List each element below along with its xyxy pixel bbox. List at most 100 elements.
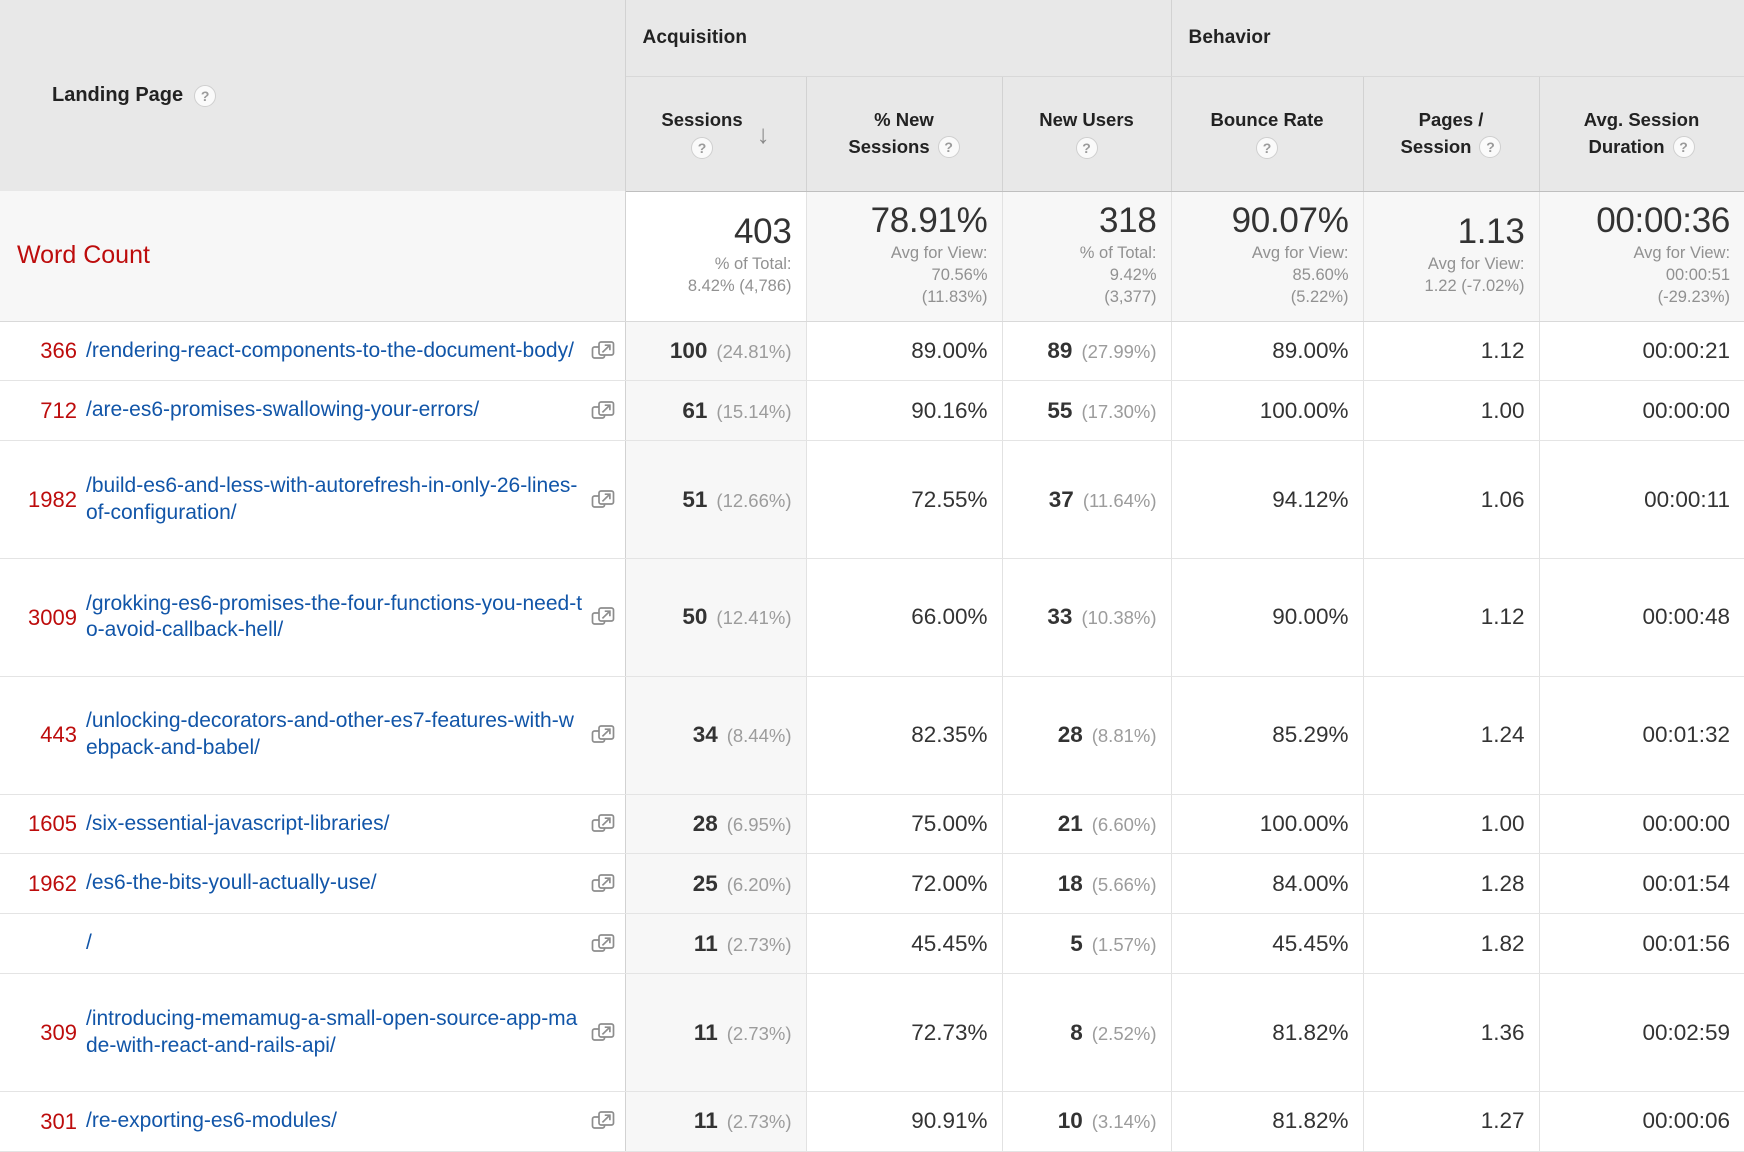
summary-subtext-line: 8.42% (4,786) [687, 276, 792, 295]
sessions-percent: (8.44%) [726, 725, 792, 747]
landing-page-link[interactable]: /es6-the-bits-youll-actually-use/ [86, 870, 591, 897]
cell-new-users: 55 (17.30%) [1002, 380, 1172, 442]
pages-per-session-value: 1.00 [1480, 810, 1525, 836]
open-in-new-window-icon[interactable] [591, 932, 615, 956]
column-header-sessions[interactable]: Sessions ? ↓ [625, 75, 807, 192]
cell-pages-per-session: 1.28 [1363, 853, 1540, 915]
landing-page-inner: / [14, 930, 615, 957]
open-in-new-window-icon[interactable] [591, 723, 615, 747]
new-users-value: 89 [1047, 337, 1073, 363]
table-row: 1982 /build-es6-and-less-with-autorefres… [0, 440, 1744, 560]
sessions-value: 100 [669, 337, 708, 363]
summary-cell-pages-per-session: 1.13 Avg for View: 1.22 (-7.02%) [1363, 191, 1540, 322]
summary-subtext-line: 1.22 (-7.02%) [1424, 276, 1525, 295]
sessions-percent: (12.41%) [716, 607, 792, 629]
new-users-percent: (1.57%) [1091, 933, 1157, 955]
word-count-value: 712 [40, 398, 77, 424]
cell-pct-new-sessions: 90.16% [806, 380, 1003, 442]
cell-avg-session-duration: 00:02:59 [1539, 973, 1744, 1092]
column-header-new-users[interactable]: New Users ? [1002, 75, 1172, 192]
bounce-rate-value: 100.00% [1259, 397, 1349, 423]
open-in-new-window-icon[interactable] [591, 872, 615, 896]
open-in-new-window-icon[interactable] [591, 1021, 615, 1045]
landing-page-link[interactable]: / [86, 930, 591, 957]
group-header-acquisition: Acquisition [625, 0, 1172, 77]
landing-page-label: Landing Page [52, 84, 184, 106]
open-in-new-window-icon[interactable] [591, 399, 615, 423]
summary-subtext: % of Total: 8.42% (4,786) [634, 254, 792, 298]
question-help-icon[interactable]: ? [691, 136, 713, 159]
pct-new-sessions-value: 90.16% [911, 397, 988, 423]
summary-subtext-line: Avg for View: [1251, 243, 1349, 262]
cell-sessions: 61 (15.14%) [625, 380, 807, 442]
summary-subtext: Avg for View: 70.56% (11.83%) [815, 243, 988, 309]
open-in-new-window-icon[interactable] [591, 339, 615, 363]
new-users-value: 5 [1070, 930, 1083, 956]
summary-subtext-line: (3,377) [1104, 287, 1157, 306]
new-users-label: New Users [1039, 109, 1134, 131]
pages-per-session-value: 1.12 [1480, 604, 1525, 630]
column-header-pages-per-session[interactable]: Pages / Session ? [1363, 75, 1540, 192]
cell-avg-session-duration: 00:00:00 [1539, 380, 1744, 442]
landing-page-link[interactable]: /re-exporting-es6-modules/ [86, 1108, 591, 1135]
cell-new-users: 8 (2.52%) [1002, 973, 1172, 1092]
cell-sessions: 25 (6.20%) [625, 853, 807, 915]
summary-cell-bounce-rate: 90.07% Avg for View: 85.60% (5.22%) [1171, 191, 1364, 322]
summary-subtext-line: (11.83%) [921, 287, 988, 306]
avg-session-duration-value: 00:00:11 [1644, 486, 1731, 512]
landing-page-inner: 712 /are-es6-promises-swallowing-your-er… [14, 397, 615, 424]
sessions-percent: (24.81%) [716, 340, 792, 362]
sessions-value: 28 [692, 810, 718, 836]
pages-per-session-label-line2: Session [1400, 135, 1472, 157]
table-row: / 11 (2.73%) 45.45% 5 (1.57%) 45.45% 1.82 … [0, 913, 1744, 975]
open-in-new-window-icon[interactable] [591, 812, 615, 836]
bounce-rate-value: 89.00% [1272, 337, 1349, 363]
cell-bounce-rate: 100.00% [1171, 380, 1364, 442]
cell-pct-new-sessions: 82.35% [806, 676, 1003, 795]
new-users-value: 18 [1057, 870, 1083, 896]
question-help-icon[interactable]: ? [1075, 136, 1098, 159]
bounce-rate-label: Bounce Rate [1210, 109, 1324, 131]
cell-new-users: 28 (8.81%) [1002, 676, 1172, 795]
bounce-rate-value: 94.12% [1272, 486, 1349, 512]
column-header-pct-new-sessions[interactable]: % New Sessions ? [806, 75, 1003, 192]
bounce-rate-stack: Bounce Rate ? [1210, 107, 1324, 160]
column-header-avg-session-duration[interactable]: Avg. Session Duration ? [1539, 75, 1744, 192]
summary-value: 78.91% [870, 201, 988, 241]
cell-pages-per-session: 1.06 [1363, 440, 1540, 560]
question-help-icon[interactable]: ? [194, 84, 217, 107]
summary-subtext-line: Avg for View: [890, 243, 988, 262]
cell-avg-session-duration: 00:00:06 [1539, 1091, 1744, 1152]
pct-new-sessions-line2-wrap: Sessions ? [848, 134, 960, 160]
question-help-icon[interactable]: ? [937, 135, 960, 158]
cell-landing-page: 366 /rendering-react-components-to-the-d… [0, 321, 626, 382]
open-in-new-window-icon[interactable] [591, 605, 615, 629]
landing-page-link[interactable]: /six-essential-javascript-libraries/ [86, 811, 591, 838]
dimension-header-cell[interactable]: Landing Page ? [0, 0, 626, 191]
question-help-icon[interactable]: ? [1672, 135, 1695, 158]
avg-session-duration-label-line1: Avg. Session [1583, 109, 1700, 131]
cell-sessions: 50 (12.41%) [625, 558, 807, 677]
cell-avg-session-duration: 00:00:48 [1539, 558, 1744, 677]
landing-page-link[interactable]: /build-es6-and-less-with-autorefresh-in-… [86, 473, 591, 527]
open-in-new-window-icon[interactable] [591, 488, 615, 512]
sessions-percent: (2.73%) [726, 1111, 792, 1133]
question-help-icon[interactable]: ? [1479, 135, 1502, 158]
summary-subtext-line: Avg for View: [1633, 243, 1731, 262]
column-header-bounce-rate[interactable]: Bounce Rate ? [1171, 75, 1364, 192]
landing-page-link[interactable]: /grokking-es6-promises-the-four-function… [86, 591, 591, 645]
question-help-icon[interactable]: ? [1256, 136, 1278, 159]
avg-session-duration-label-line2: Duration [1588, 135, 1665, 157]
sessions-value: 61 [682, 397, 708, 423]
cell-bounce-rate: 94.12% [1171, 440, 1364, 560]
table-row: 309 /introducing-memamug-a-small-open-so… [0, 973, 1744, 1092]
landing-page-link[interactable]: /unlocking-decorators-and-other-es7-feat… [86, 708, 591, 762]
landing-page-link[interactable]: /rendering-react-components-to-the-docum… [86, 338, 591, 365]
cell-pages-per-session: 1.12 [1363, 558, 1540, 677]
cell-new-users: 18 (5.66%) [1002, 853, 1172, 915]
sort-descending-arrow-icon[interactable]: ↓ [757, 121, 770, 147]
landing-page-link[interactable]: /introducing-memamug-a-small-open-source… [86, 1006, 591, 1060]
open-in-new-window-icon[interactable] [591, 1109, 615, 1133]
landing-page-link[interactable]: /are-es6-promises-swallowing-your-errors… [86, 397, 591, 424]
summary-dimension-cell: Word Count [0, 191, 626, 322]
